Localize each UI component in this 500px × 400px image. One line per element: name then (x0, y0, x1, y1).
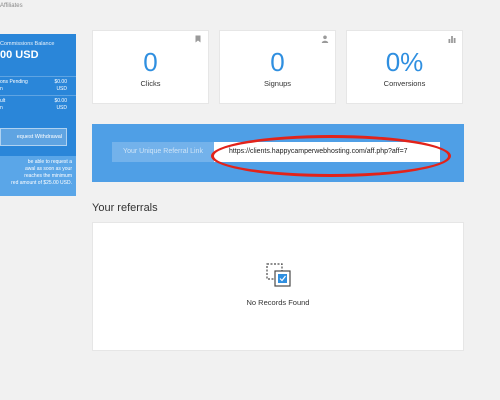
bar-chart-icon (448, 36, 456, 43)
no-records-text: No Records Found (246, 298, 310, 307)
balance-amount: 00 USD (0, 49, 39, 61)
pending-row: ons Pending $0.00 (0, 79, 67, 86)
referrals-table-card: No Records Found (92, 222, 464, 351)
clicks-value: 0 (143, 47, 158, 77)
signups-card: 0 Signups (219, 30, 336, 104)
clicks-label: Clicks (140, 79, 161, 88)
pending-unit-row: n USD (0, 86, 67, 93)
clicks-card: 0 Clicks (92, 30, 209, 104)
conversions-label: Conversions (383, 79, 426, 88)
withdrawn-row: ult $0.00 (0, 98, 67, 105)
balance-title: Commissions Balance (0, 41, 55, 47)
referral-link-field[interactable]: https://clients.happycamperwebhosting.co… (214, 142, 440, 162)
conversions-value: 0% (385, 47, 424, 77)
pending-value: $0.00 (54, 79, 67, 85)
referral-link-label: Your Unique Referral Link (112, 142, 214, 162)
withdrawal-notice: be able to request a awal as soon as you… (0, 156, 76, 196)
user-icon (321, 35, 329, 43)
bookmark-icon (195, 35, 201, 43)
pending-unit-label: n (0, 86, 3, 92)
notice-line: red amount of $25.00 USD. (11, 180, 72, 186)
divider (0, 95, 76, 96)
withdrawn-unit-row: n USD (0, 105, 67, 112)
withdrawn-unit-value: USD (56, 105, 67, 111)
signups-label: Signups (263, 79, 292, 88)
request-withdrawal-button[interactable]: equest Withdrawal (0, 128, 67, 146)
referral-link-bar: Your Unique Referral Link https://client… (92, 124, 464, 182)
conversions-card: 0% Conversions (346, 30, 463, 104)
pending-unit-value: USD (56, 86, 67, 92)
withdrawn-label: ult (0, 98, 6, 104)
pending-label: ons Pending (0, 79, 28, 85)
commissions-balance-panel: Commissions Balance 00 USD ons Pending $… (0, 34, 76, 196)
notice-line: awal as soon as your (25, 166, 72, 172)
empty-records-icon (266, 263, 291, 287)
referrals-heading: Your referrals (92, 202, 158, 214)
withdrawn-value: $0.00 (54, 98, 67, 104)
notice-line: reaches the minimum (24, 173, 72, 179)
notice-line: be able to request a (27, 159, 72, 165)
signups-value: 0 (270, 47, 285, 77)
breadcrumb[interactable]: Affiliates (0, 3, 23, 9)
withdrawn-unit-label: n (0, 105, 3, 111)
divider (0, 76, 76, 77)
